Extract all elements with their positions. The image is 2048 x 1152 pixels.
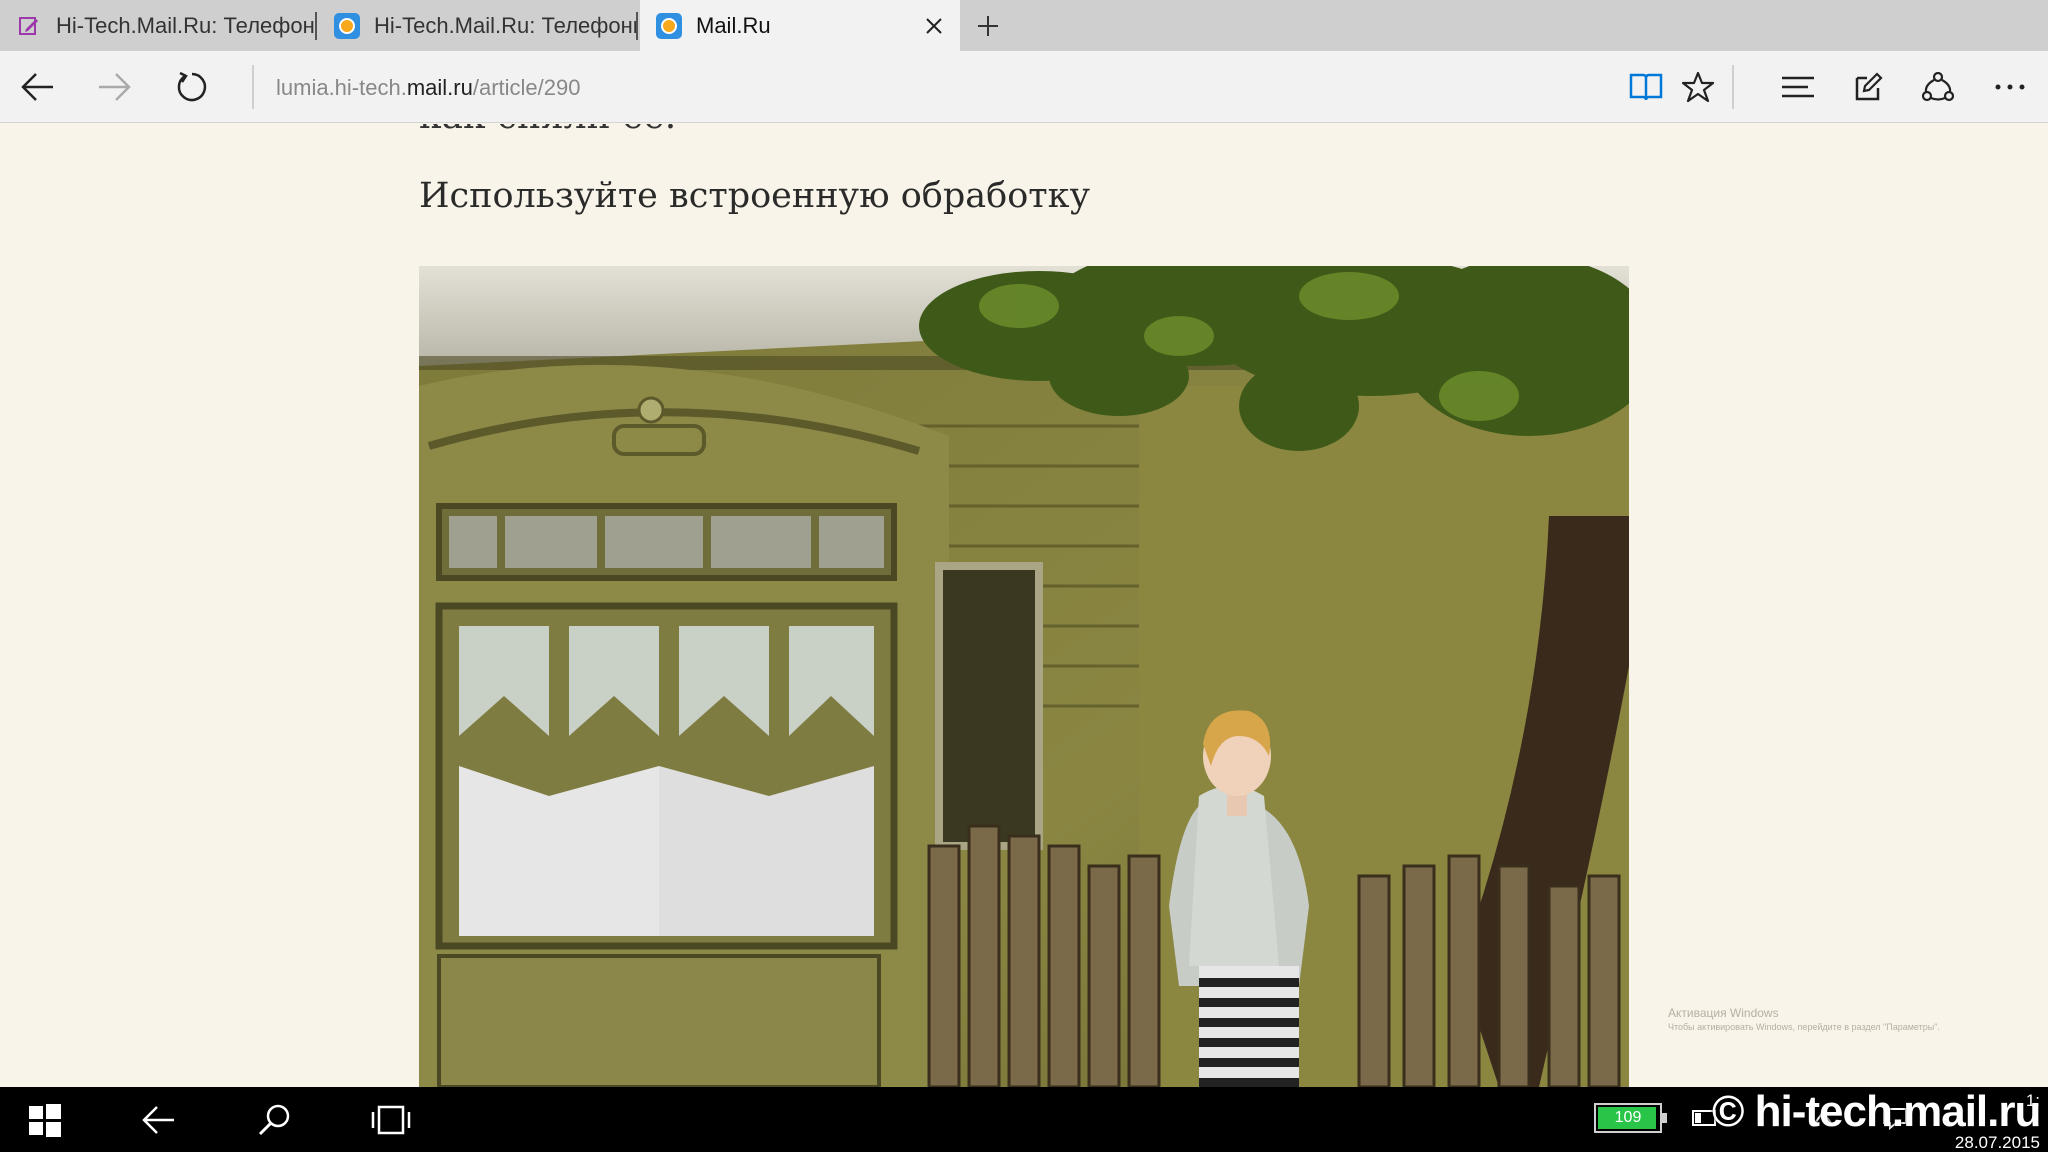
url-path: /article/290 [472,75,581,100]
url-domain: mail.ru [406,75,473,100]
start-button[interactable] [20,1095,70,1145]
reading-view-button[interactable] [1624,65,1668,109]
tab-hitech-1[interactable]: Hi-Tech.Mail.Ru: Телефоны | [0,0,314,51]
tab-divider [315,12,317,40]
windows-logo-icon [29,1104,61,1137]
clock-time: 1: [2025,1091,2040,1110]
close-icon [926,18,942,34]
navigation-bar: lumia.hi-tech. mail.ru/article/290 [0,51,2048,123]
forward-button[interactable] [92,65,136,109]
favorites-button[interactable] [1676,65,1720,109]
tab-title: Mail.Ru [696,12,771,38]
share-button[interactable] [1916,65,1960,109]
clock-date: 28.07.2015 [1954,1133,2040,1152]
article-photo [419,266,1629,1087]
close-tab-button[interactable] [918,10,950,42]
battery-indicator[interactable]: 109 [1594,1103,1667,1133]
taskbar: 109 © hi-tech.mail.ru 1: 28.07.2015 [0,1087,2048,1152]
toolbar-divider [1732,65,1734,109]
tab-hitech-2[interactable]: Hi-Tech.Mail.Ru: Телефоны | [318,0,638,51]
tab-title: Hi-Tech.Mail.Ru: Телефоны | [56,12,314,38]
mailru-icon [334,12,360,39]
new-tab-button[interactable] [970,8,1006,44]
mailru-icon [656,12,682,39]
taskbar-back-button[interactable] [134,1095,184,1145]
activation-title: Активация Windows [1668,1006,1779,1020]
back-button[interactable] [16,65,60,109]
address-bar[interactable]: lumia.hi-tech. mail.ru/article/290 [276,71,580,105]
share-icon [1921,71,1955,102]
refresh-icon [177,71,207,102]
plus-icon [978,16,998,36]
battery-nub [1662,1113,1667,1123]
article-heading: Используйте встроенную обработку [419,176,1091,216]
web-note-button[interactable] [1846,65,1890,109]
article-previous-text: как сняли ее. [419,124,676,137]
star-icon [1682,71,1714,103]
tab-strip: Hi-Tech.Mail.Ru: Телефоны | Hi-Tech.Mail… [0,0,2048,51]
arrow-right-icon [99,73,131,101]
hub-icon [1782,76,1814,98]
edit-note-icon [16,13,42,39]
photo-woman-by-old-house [419,266,1629,1087]
hub-button[interactable] [1776,65,1820,109]
refresh-button[interactable] [170,65,214,109]
tab-mailru-active[interactable]: Mail.Ru [640,0,960,51]
book-icon [1629,73,1663,101]
url-prefix: lumia.hi-tech. [276,75,407,100]
windows-activation-watermark: Активация Windows Чтобы активировать Win… [1668,1006,2008,1032]
arrow-left-icon [21,73,53,101]
more-dots-icon [1995,84,2025,90]
search-button[interactable] [250,1095,300,1145]
address-divider [252,65,254,109]
battery-label: 109 [1614,1109,1642,1126]
reading-view-content: как сняли ее. Используйте встроенную обр… [0,124,2048,1087]
task-view-button[interactable] [366,1095,416,1145]
activation-hint: Чтобы активировать Windows, перейдите в … [1668,1022,1940,1032]
search-icon [258,1104,290,1136]
system-clock[interactable]: 1: 28.07.2015 [1920,1091,2040,1152]
arrow-left-icon [142,1106,174,1134]
tab-divider [636,12,638,40]
pen-note-icon [1855,72,1883,101]
task-view-icon [371,1105,411,1135]
more-button[interactable] [1988,65,2032,109]
tab-title: Hi-Tech.Mail.Ru: Телефоны | [374,12,638,38]
